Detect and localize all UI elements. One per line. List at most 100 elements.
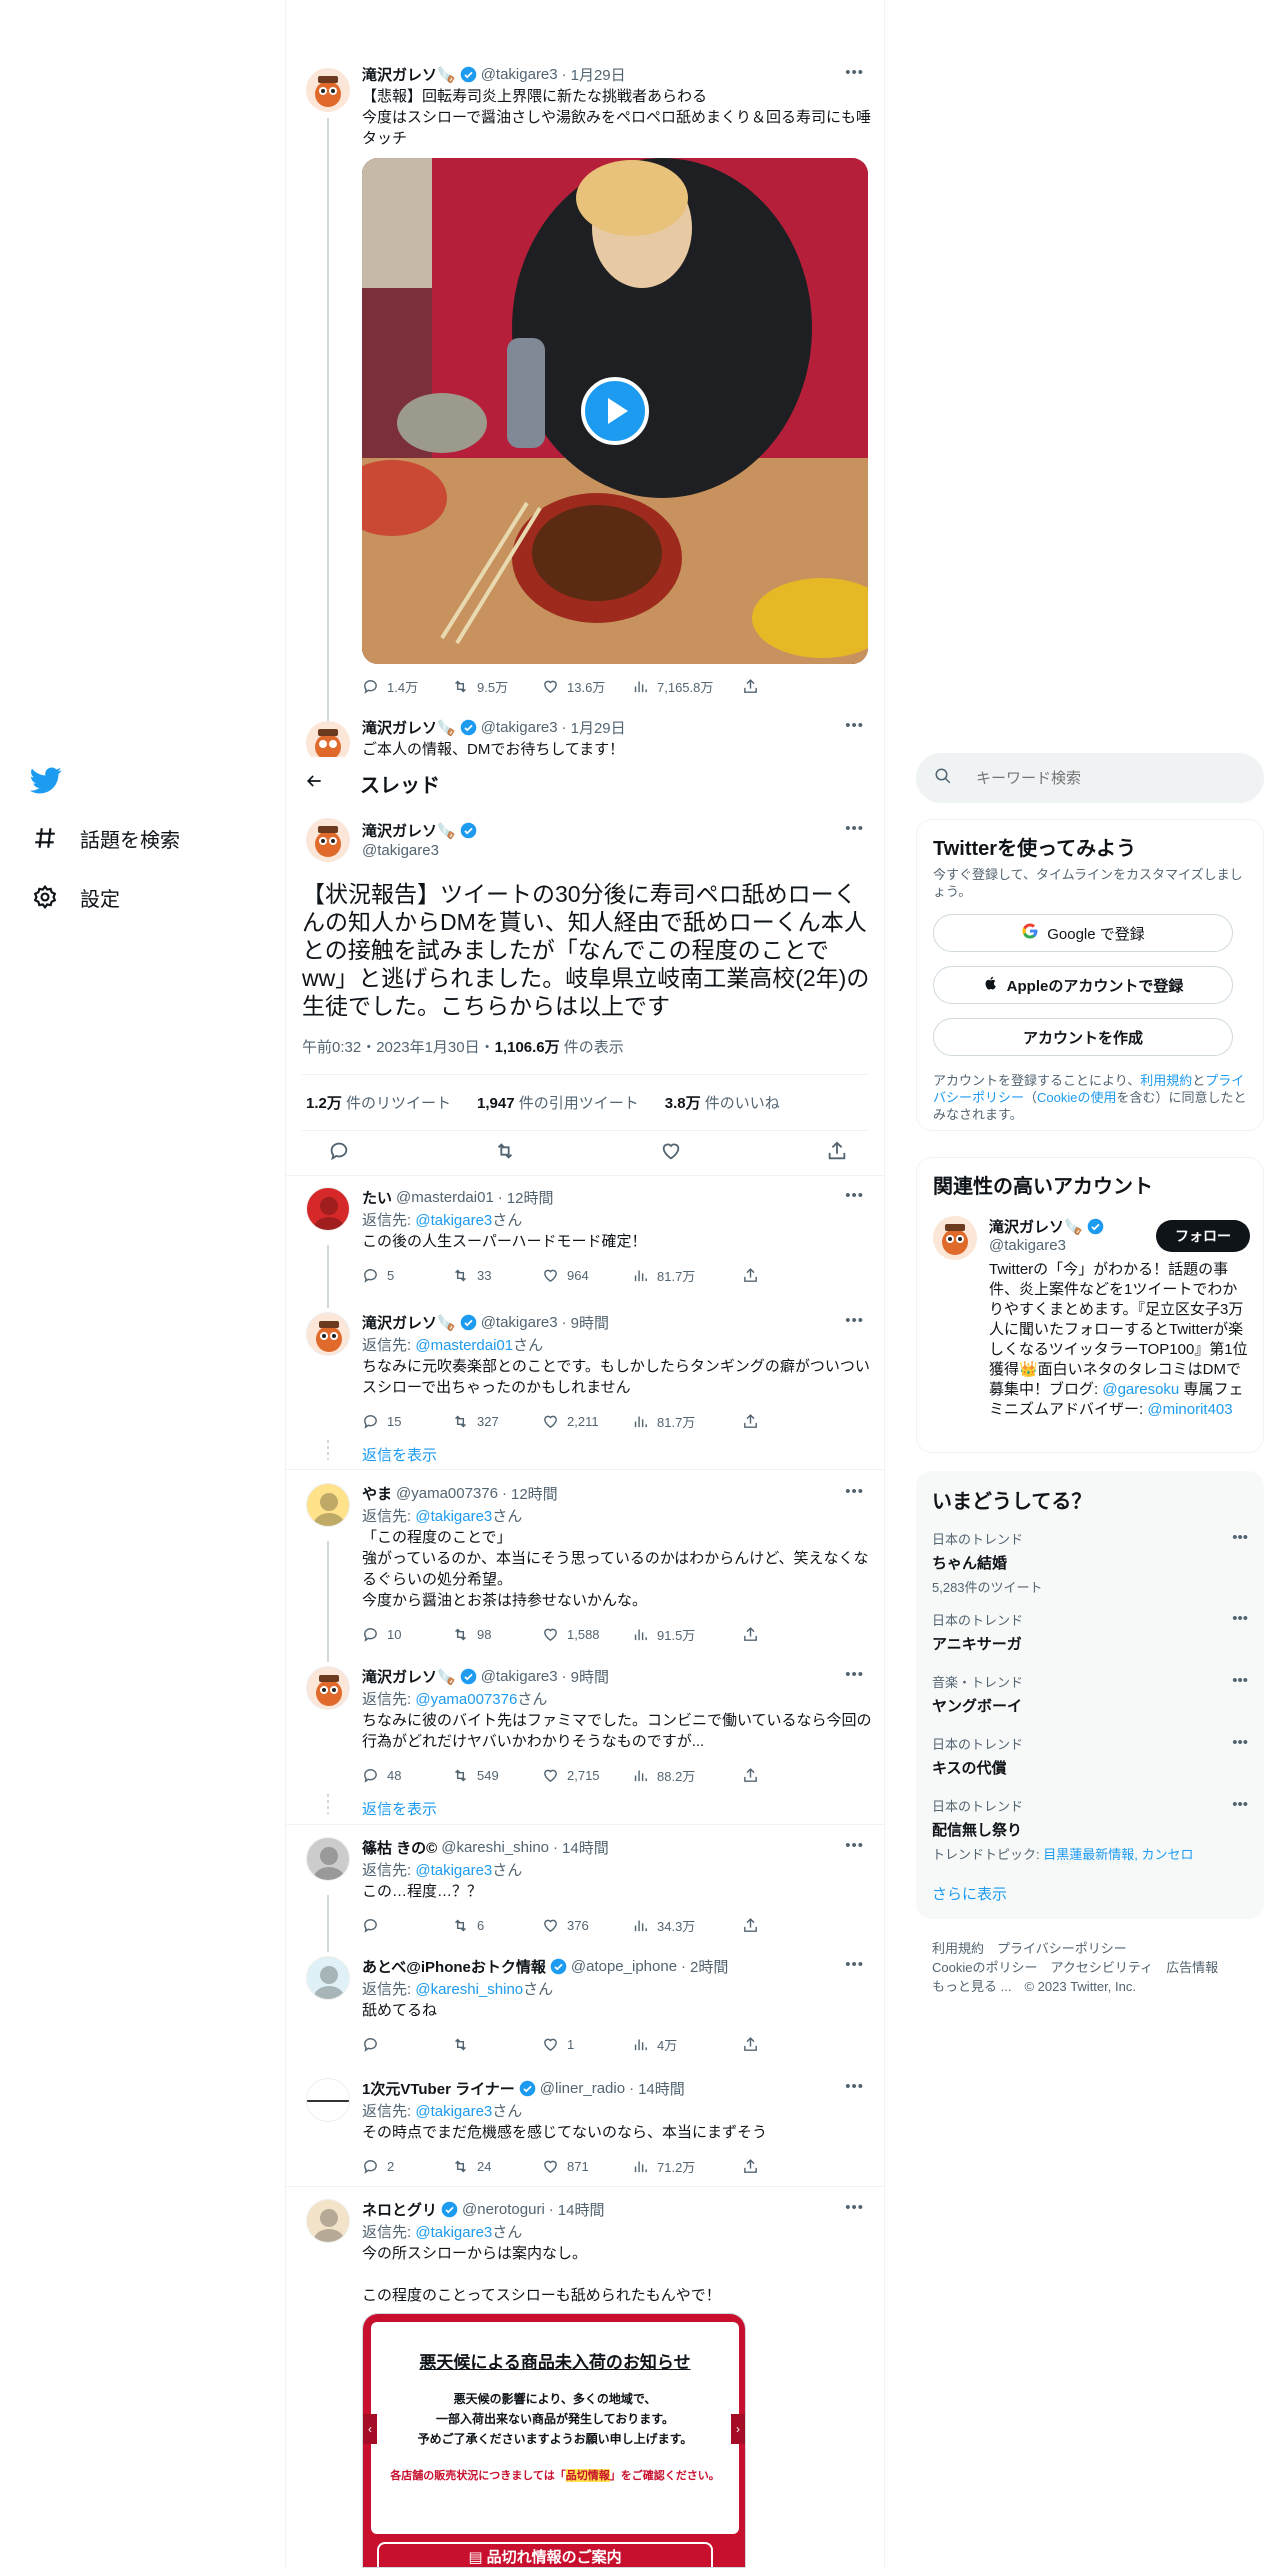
trend-item[interactable]: 日本のトレンド 配信無し祭り トレンドトピック: 目黒蓮最新情報, カンセロ •… bbox=[932, 1796, 1248, 1863]
show-replies-link[interactable]: 返信を表示 bbox=[362, 1798, 437, 1819]
retweet-button[interactable]: 33 bbox=[452, 1266, 542, 1285]
like-button[interactable]: 964 bbox=[542, 1266, 632, 1285]
chevron-left-icon[interactable]: ‹ bbox=[363, 2414, 377, 2444]
views-button[interactable]: 7,165.8万 bbox=[632, 677, 742, 696]
retweet-icon[interactable] bbox=[494, 1140, 516, 1167]
related-name[interactable]: 滝沢ガレソ🪚 bbox=[989, 1216, 1083, 1237]
like-stat[interactable]: 3.8万 件のいいね bbox=[665, 1092, 780, 1113]
heart-icon[interactable] bbox=[660, 1140, 682, 1167]
reply-button[interactable]: 1.4万 bbox=[362, 677, 452, 696]
prev-tweet-2[interactable]: 滝沢ガレソ🪚 @takigare3 · 1月29日 ••• ご本人の情報、DMで… bbox=[286, 717, 884, 757]
show-more-trends[interactable]: さらに表示 bbox=[932, 1883, 1007, 1904]
tweet-time[interactable]: 12時間 bbox=[507, 1187, 554, 1208]
author-name[interactable]: やま bbox=[362, 1483, 392, 1504]
reply-to-link[interactable]: @yama007376 bbox=[415, 1691, 517, 1708]
author-name[interactable]: 滝沢ガレソ🪚 bbox=[362, 64, 456, 85]
tweet-time[interactable]: 12時間 bbox=[511, 1483, 558, 1504]
author-name[interactable]: 1次元VTuber ライナー bbox=[362, 2078, 515, 2099]
more-icon[interactable]: ••• bbox=[1232, 1529, 1248, 1546]
author-handle[interactable]: @takigare3 bbox=[481, 1668, 558, 1685]
retweet-button[interactable]: 9.5万 bbox=[452, 677, 542, 696]
more-icon[interactable]: ••• bbox=[845, 717, 864, 734]
bio-link-garesoku[interactable]: @garesoku bbox=[1102, 1381, 1179, 1398]
follow-button[interactable]: フォロー bbox=[1156, 1220, 1250, 1252]
avatar[interactable] bbox=[306, 1483, 350, 1527]
avatar[interactable] bbox=[306, 1837, 350, 1881]
like-button[interactable]: 2,715 bbox=[542, 1766, 632, 1785]
more-icon[interactable]: ••• bbox=[845, 820, 864, 837]
reply-button[interactable] bbox=[362, 1916, 452, 1935]
reply-button[interactable]: 15 bbox=[362, 1412, 452, 1431]
share-button[interactable] bbox=[742, 1625, 832, 1644]
share-button[interactable] bbox=[742, 2035, 832, 2054]
views-button[interactable]: 81.7万 bbox=[632, 1266, 742, 1285]
tweet-time[interactable]: 9時間 bbox=[571, 1666, 609, 1687]
views-button[interactable]: 4万 bbox=[632, 2035, 742, 2054]
reply-to-link[interactable]: @takigare3 bbox=[415, 1862, 492, 1879]
like-button[interactable]: 13.6万 bbox=[542, 677, 632, 696]
author-handle[interactable]: @yama007376 bbox=[396, 1485, 498, 1502]
play-icon[interactable] bbox=[581, 377, 649, 445]
reply-to-link[interactable]: @kareshi_shino bbox=[415, 1981, 523, 1998]
author-handle[interactable]: @masterdai01 bbox=[396, 1189, 494, 1206]
reply-button[interactable]: 5 bbox=[362, 1266, 452, 1285]
notice-image[interactable]: 悪天候による商品未入荷のお知らせ 悪天候の影響により、多くの地域で、 一部入荷出… bbox=[362, 2313, 746, 2568]
author-handle[interactable]: @nerotoguri bbox=[462, 2201, 545, 2218]
more-icon[interactable]: ••• bbox=[845, 1956, 864, 1973]
reply-icon[interactable] bbox=[328, 1140, 350, 1167]
avatar[interactable] bbox=[306, 68, 350, 112]
footer-terms[interactable]: 利用規約 bbox=[932, 1941, 984, 1956]
like-button[interactable]: 1,588 bbox=[542, 1625, 632, 1644]
views-button[interactable]: 88.2万 bbox=[632, 1766, 742, 1785]
tweet-time[interactable]: 2時間 bbox=[690, 1956, 728, 1977]
reply-to-link[interactable]: @takigare3 bbox=[415, 2224, 492, 2241]
tweet-time[interactable]: 9時間 bbox=[571, 1312, 609, 1333]
show-replies-link[interactable]: 返信を表示 bbox=[362, 1444, 437, 1465]
more-icon[interactable]: ••• bbox=[845, 1837, 864, 1854]
reply-tweet[interactable]: 1次元VTuber ライナー @liner_radio · 14時間 ••• 返信先: @… bbox=[286, 2078, 884, 2198]
author-handle[interactable]: @takigare3 bbox=[481, 1314, 558, 1331]
more-icon[interactable]: ••• bbox=[1232, 1734, 1248, 1751]
related-handle[interactable]: @takigare3 bbox=[989, 1237, 1066, 1254]
like-button[interactable]: 376 bbox=[542, 1916, 632, 1935]
reply-tweet[interactable]: たい @masterdai01 · 12時間 ••• 返信先: @takigare3さんこ… bbox=[286, 1187, 884, 1307]
more-icon[interactable]: ••• bbox=[845, 1187, 864, 1204]
author-handle[interactable]: @liner_radio bbox=[540, 2080, 625, 2097]
quote-stat[interactable]: 1,947 件の引用ツイート bbox=[477, 1092, 639, 1113]
reply-tweet[interactable]: 滝沢ガレソ🪚 @takigare3 · 9時間 ••• 返信先: @masterdai01… bbox=[286, 1312, 884, 1464]
tweet-time[interactable]: 14時間 bbox=[562, 1837, 609, 1858]
retweet-button[interactable]: 549 bbox=[452, 1766, 542, 1785]
search-input[interactable] bbox=[976, 769, 1236, 787]
share-icon[interactable] bbox=[826, 1140, 848, 1167]
more-icon[interactable]: ••• bbox=[1232, 1796, 1248, 1813]
footer-privacy[interactable]: プライバシーポリシー bbox=[997, 1941, 1127, 1956]
author-handle[interactable]: @takigare3 bbox=[362, 842, 439, 859]
like-button[interactable]: 871 bbox=[542, 2157, 632, 2176]
share-button[interactable] bbox=[742, 1766, 832, 1785]
retweet-button[interactable]: 6 bbox=[452, 1916, 542, 1935]
search-box[interactable] bbox=[916, 753, 1264, 803]
chevron-right-icon[interactable]: › bbox=[731, 2414, 745, 2444]
nav-explore[interactable]: 話題を検索 bbox=[30, 823, 180, 853]
share-button[interactable] bbox=[742, 1916, 832, 1935]
avatar[interactable] bbox=[306, 1956, 350, 2000]
avatar[interactable] bbox=[306, 1666, 350, 1710]
more-icon[interactable]: ••• bbox=[1232, 1610, 1248, 1627]
tweet-video[interactable] bbox=[362, 158, 868, 664]
avatar[interactable] bbox=[306, 2078, 350, 2122]
like-button[interactable]: 2,211 bbox=[542, 1412, 632, 1431]
reply-tweet[interactable]: やま @yama007376 · 12時間 ••• 返信先: @takigare3さん 「こ… bbox=[286, 1483, 884, 1643]
google-signup-button[interactable]: Google で登録 bbox=[933, 914, 1233, 952]
more-icon[interactable]: ••• bbox=[845, 2199, 864, 2216]
retweet-button[interactable]: 98 bbox=[452, 1625, 542, 1644]
author-handle[interactable]: @kareshi_shino bbox=[441, 1839, 549, 1856]
avatar[interactable] bbox=[306, 1312, 350, 1356]
share-button[interactable] bbox=[742, 1266, 832, 1285]
reply-tweet[interactable]: あとべ@iPhoneおトク情報 @atope_iphone · 2時間 ••• 返信先: … bbox=[286, 1956, 884, 2076]
author-name[interactable]: 滝沢ガレソ🪚 bbox=[362, 717, 456, 738]
avatar[interactable] bbox=[306, 721, 350, 757]
back-arrow-icon[interactable] bbox=[304, 771, 326, 796]
footer-accessibility[interactable]: アクセシビリティ bbox=[1050, 1960, 1153, 1975]
reply-to-link[interactable]: @takigare3 bbox=[415, 1212, 492, 1229]
terms-link[interactable]: 利用規約 bbox=[1140, 1073, 1192, 1088]
